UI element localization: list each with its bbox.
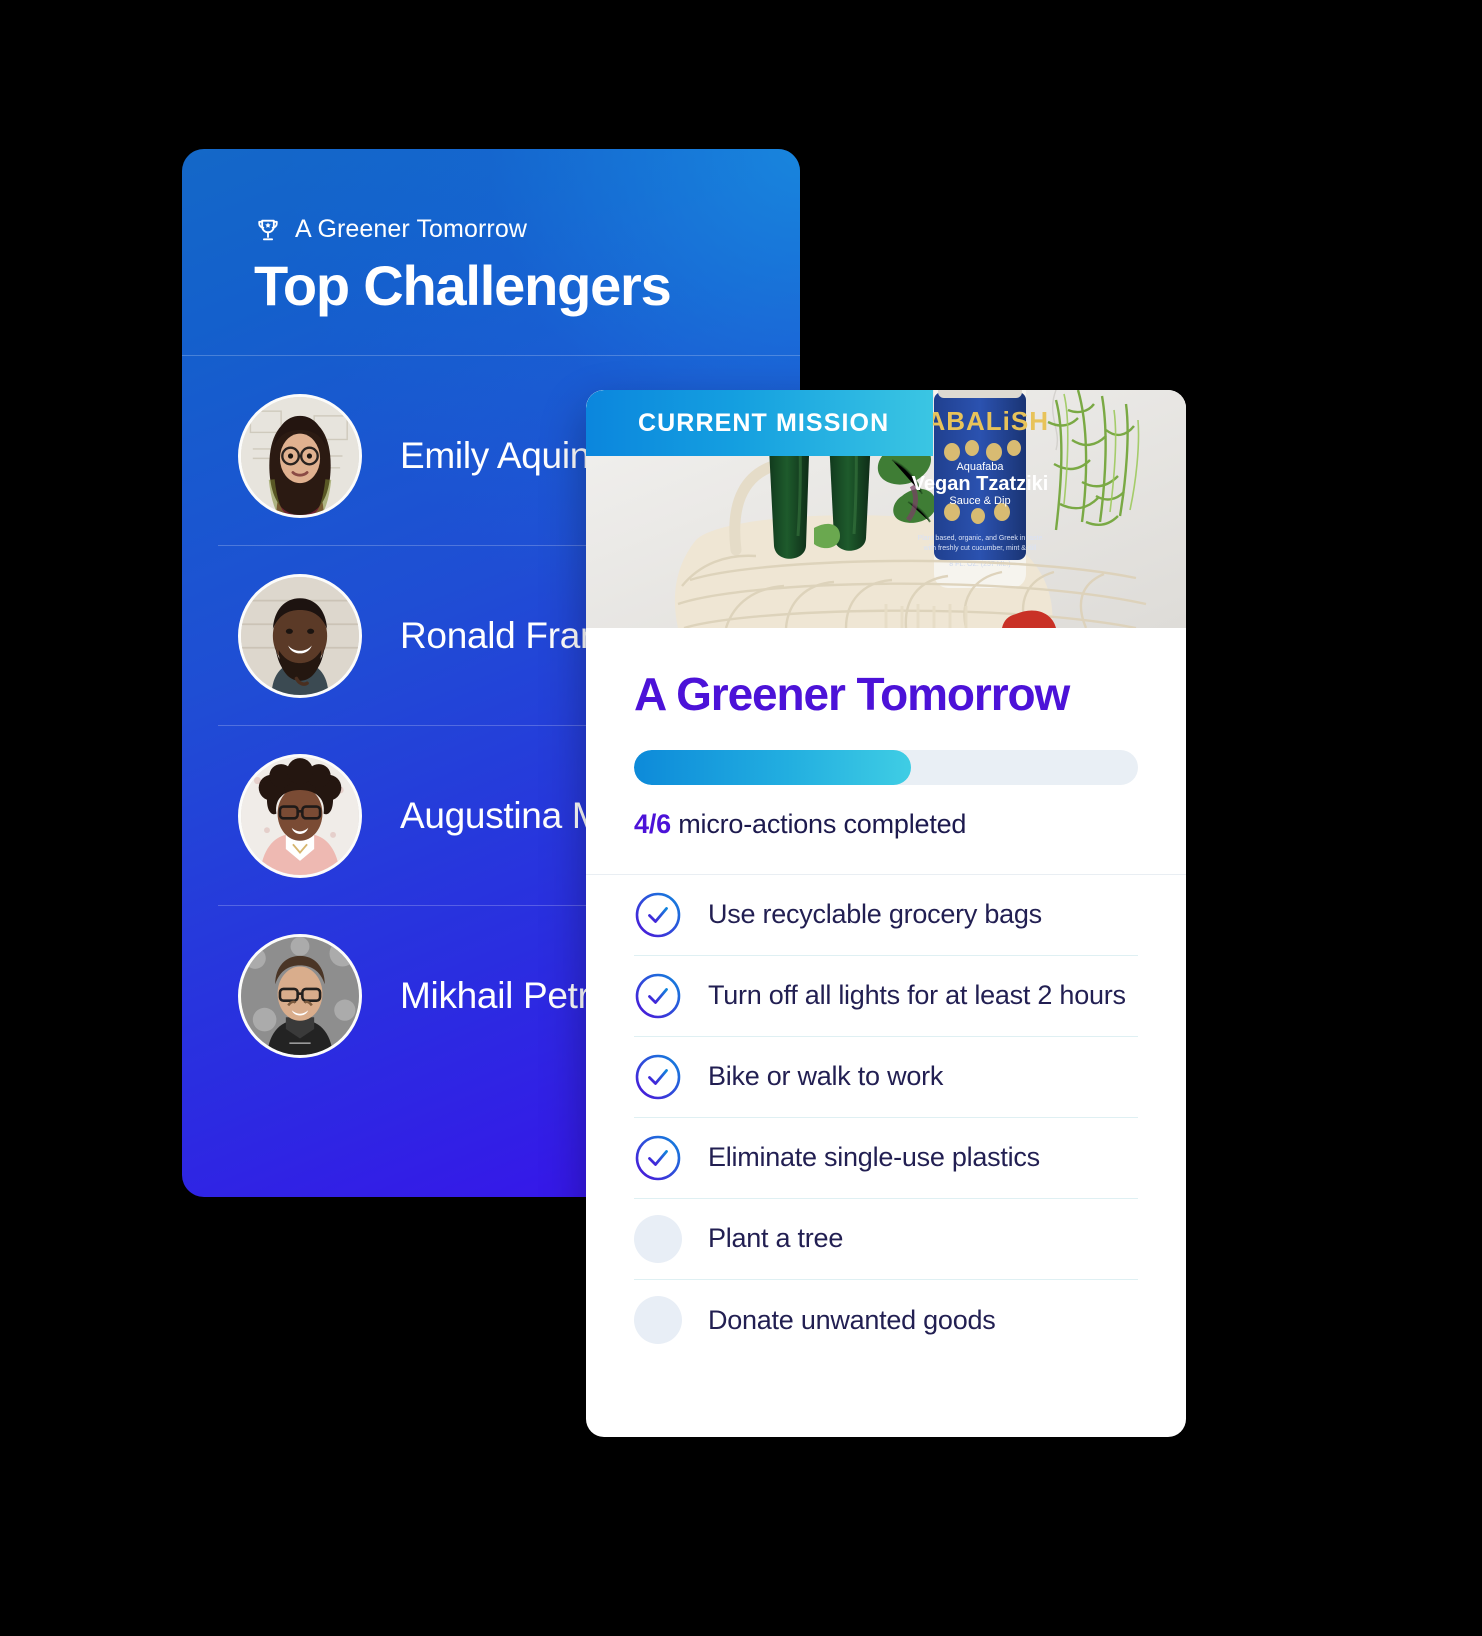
list-item[interactable]: Turn off all lights for at least 2 hours: [634, 956, 1138, 1037]
empty-circle-icon[interactable]: [634, 1296, 682, 1345]
svg-text:Plant based, organic, and Gree: Plant based, organic, and Greek in taste: [918, 535, 1043, 542]
svg-text:Vegan Tzatziki: Vegan Tzatziki: [912, 473, 1049, 495]
mission-summary: A Greener Tomorrow 4/6 micro-actions com…: [586, 628, 1186, 875]
current-mission-card: FABALiSH Aquafaba Vegan Tzatziki Sauce &…: [586, 390, 1186, 1437]
action-label: Use recyclable grocery bags: [708, 899, 1042, 930]
micro-actions-list: Use recyclable grocery bags Turn off all…: [586, 875, 1186, 1361]
current-mission-badge-label: CURRENT MISSION: [638, 408, 890, 437]
progress-caption: 4/6 micro-actions completed: [634, 809, 1138, 840]
list-item[interactable]: Eliminate single-use plastics: [634, 1118, 1138, 1199]
check-circle-icon[interactable]: [634, 1134, 682, 1182]
leaderboard-header: A Greener Tomorrow Top Challengers: [182, 149, 800, 318]
challenger-name: Emily Aquino: [400, 434, 611, 476]
avatar: [238, 934, 362, 1059]
mission-hero-image: FABALiSH Aquafaba Vegan Tzatziki Sauce &…: [586, 390, 1186, 628]
svg-text:Sauce & Dip: Sauce & Dip: [949, 495, 1010, 507]
svg-text:Aquafaba: Aquafaba: [956, 461, 1004, 473]
challenge-name-label: A Greener Tomorrow: [295, 215, 527, 243]
header-divider: [182, 355, 800, 356]
page-title: Top Challengers: [254, 254, 672, 317]
screenshot-stage: A Greener Tomorrow Top Challengers Emily…: [0, 0, 1482, 1636]
progress-caption-text: micro-actions completed: [670, 808, 967, 839]
check-circle-icon[interactable]: [634, 891, 682, 939]
svg-text:with freshly cut cucumber, min: with freshly cut cucumber, mint & dill: [923, 545, 1037, 552]
mission-title: A Greener Tomorrow: [634, 668, 1070, 720]
avatar: [238, 753, 362, 878]
check-circle-icon[interactable]: [634, 972, 682, 1020]
action-label: Bike or walk to work: [708, 1061, 944, 1092]
action-label: Donate unwanted goods: [708, 1304, 996, 1335]
action-label: Plant a tree: [708, 1223, 844, 1254]
progress-bar-fill: [634, 749, 912, 785]
action-label: Turn off all lights for at least 2 hours: [708, 980, 1126, 1011]
check-circle-icon[interactable]: [634, 1053, 682, 1101]
list-item[interactable]: Bike or walk to work: [634, 1037, 1138, 1118]
avatar: [238, 393, 362, 518]
list-item[interactable]: Donate unwanted goods: [634, 1280, 1138, 1361]
current-mission-badge: CURRENT MISSION: [586, 390, 934, 456]
action-label: Eliminate single-use plastics: [708, 1142, 1040, 1173]
list-item[interactable]: Plant a tree: [634, 1199, 1138, 1280]
list-item[interactable]: Use recyclable grocery bags: [634, 875, 1138, 956]
progress-count: 4/6: [634, 808, 671, 839]
empty-circle-icon[interactable]: [634, 1214, 682, 1263]
avatar: [238, 573, 362, 698]
trophy-icon: [254, 216, 282, 244]
progress-bar: [634, 749, 1138, 785]
challenge-name-row: A Greener Tomorrow: [254, 215, 800, 244]
